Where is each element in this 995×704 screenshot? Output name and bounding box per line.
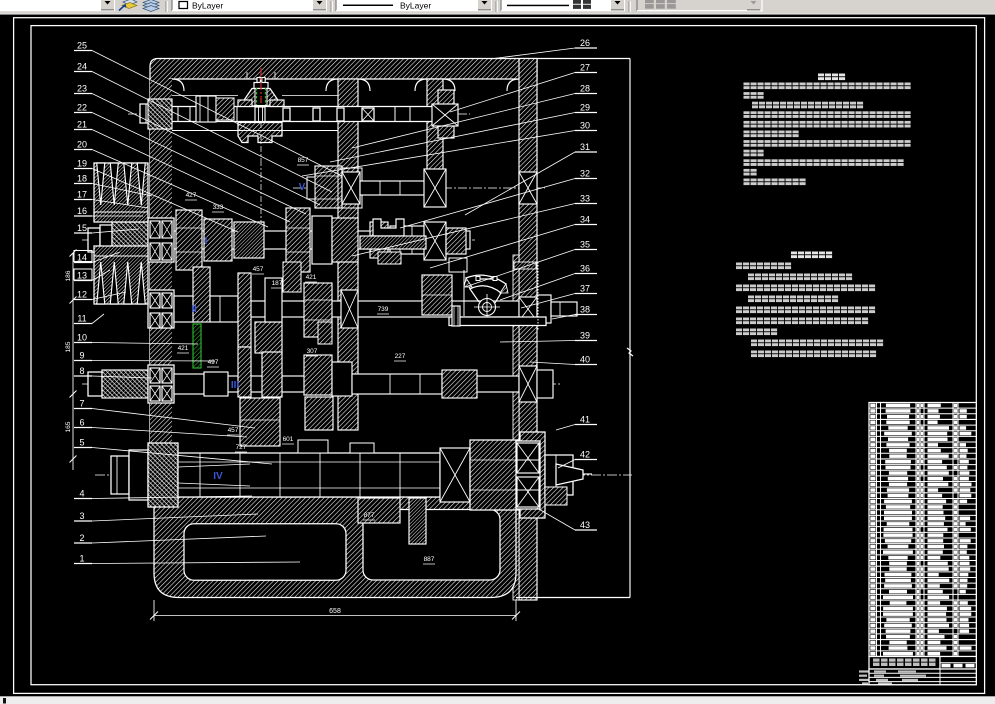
svg-text:2: 2 — [79, 533, 84, 543]
svg-text:22: 22 — [77, 103, 87, 113]
svg-text:1: 1 — [79, 554, 84, 564]
svg-text:I: I — [205, 236, 208, 247]
svg-text:887: 887 — [424, 556, 435, 563]
svg-text:V: V — [299, 182, 306, 193]
svg-text:227: 227 — [395, 353, 406, 360]
svg-text:34: 34 — [580, 215, 590, 225]
svg-text:19: 19 — [77, 159, 87, 169]
svg-text:601: 601 — [283, 436, 294, 443]
svg-text:497: 497 — [208, 359, 219, 366]
svg-text:42: 42 — [580, 450, 590, 460]
svg-text:36: 36 — [580, 264, 590, 274]
svg-text:43: 43 — [580, 520, 590, 530]
svg-text:26: 26 — [580, 38, 590, 48]
svg-text:31: 31 — [580, 142, 590, 152]
svg-text:29: 29 — [580, 103, 590, 113]
svg-text:4: 4 — [79, 489, 84, 499]
svg-text:457: 457 — [228, 427, 239, 434]
svg-text:10: 10 — [77, 333, 87, 343]
svg-text:6: 6 — [79, 418, 84, 428]
svg-text:421: 421 — [178, 345, 189, 352]
svg-text:ByLayer: ByLayer — [192, 1, 223, 11]
svg-text:12: 12 — [77, 290, 87, 300]
svg-text:8: 8 — [79, 366, 84, 376]
svg-text:IV: IV — [213, 471, 223, 482]
svg-text:877: 877 — [364, 512, 375, 519]
svg-text:III: III — [231, 380, 240, 391]
svg-text:37: 37 — [580, 284, 590, 294]
svg-text:24: 24 — [77, 62, 87, 72]
svg-text:38: 38 — [580, 305, 590, 315]
svg-text:427: 427 — [186, 192, 197, 199]
svg-text:421: 421 — [306, 274, 317, 281]
svg-text:28: 28 — [580, 84, 590, 94]
svg-text:32: 32 — [580, 169, 590, 179]
svg-text:186: 186 — [65, 270, 72, 281]
svg-text:21: 21 — [77, 120, 87, 130]
svg-text:9: 9 — [79, 351, 84, 361]
svg-text:18: 18 — [77, 174, 87, 184]
svg-text:857: 857 — [298, 157, 309, 164]
svg-text:185: 185 — [65, 341, 72, 352]
svg-text:40: 40 — [580, 355, 590, 365]
svg-text:3: 3 — [79, 511, 84, 521]
svg-text:457: 457 — [253, 266, 264, 273]
svg-text:11: 11 — [77, 314, 86, 324]
svg-text:5: 5 — [79, 438, 84, 448]
svg-text:30: 30 — [580, 121, 590, 131]
svg-text:727: 727 — [236, 444, 247, 451]
svg-text:II: II — [191, 304, 197, 315]
svg-text:23: 23 — [77, 84, 87, 94]
svg-text:16: 16 — [77, 206, 87, 216]
svg-text:35: 35 — [580, 240, 590, 250]
svg-text:739: 739 — [378, 306, 389, 313]
svg-text:39: 39 — [580, 331, 590, 341]
svg-text:27: 27 — [580, 63, 590, 73]
svg-text:15: 15 — [77, 223, 87, 233]
svg-text:33: 33 — [580, 194, 590, 204]
svg-text:658: 658 — [329, 608, 341, 615]
svg-text:17: 17 — [77, 190, 87, 200]
svg-text:333: 333 — [213, 204, 224, 211]
svg-text:307: 307 — [307, 348, 318, 355]
svg-text:187: 187 — [272, 280, 283, 287]
svg-text:165: 165 — [65, 421, 72, 432]
svg-text:ByLayer: ByLayer — [400, 1, 431, 11]
svg-text:7: 7 — [79, 399, 84, 409]
svg-text:20: 20 — [77, 140, 87, 150]
svg-text:41: 41 — [580, 415, 590, 425]
svg-text:25: 25 — [77, 41, 87, 51]
svg-text:13: 13 — [77, 271, 87, 281]
